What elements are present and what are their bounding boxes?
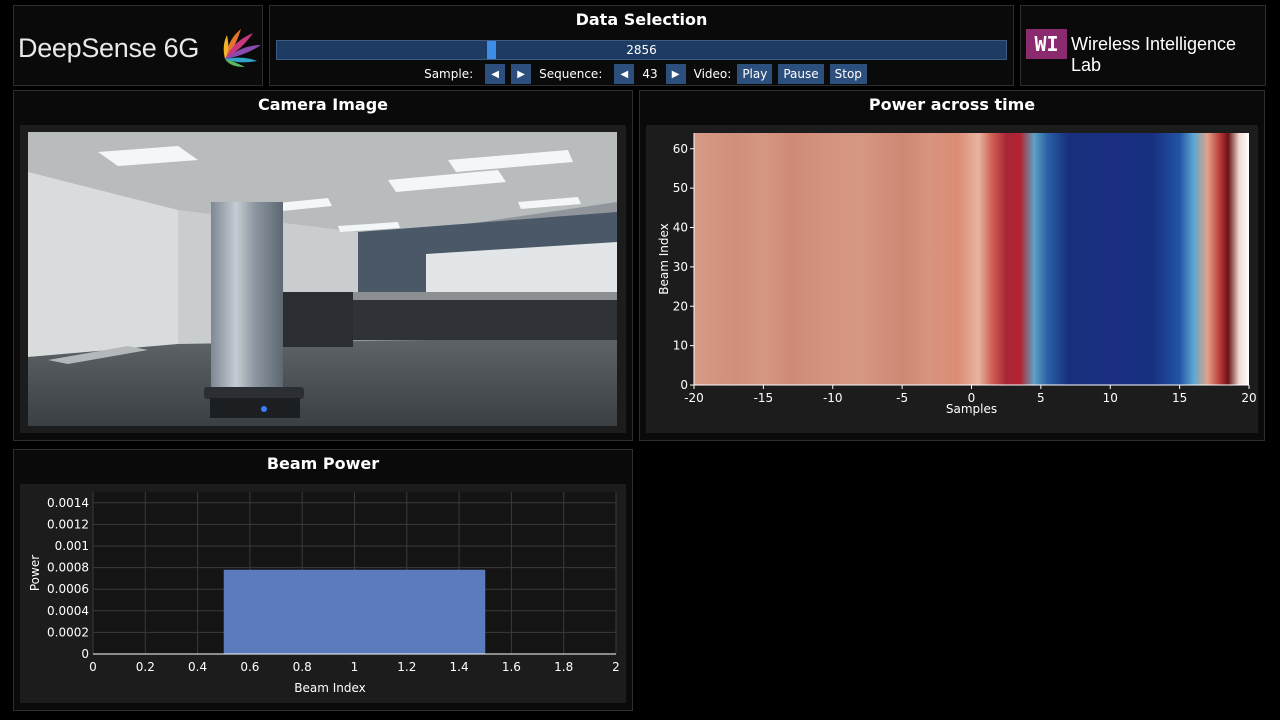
logo-panel: DeepSense 6G	[13, 5, 263, 86]
y-tick-label: 0.0006	[47, 582, 89, 596]
x-tick-label: 5	[1037, 391, 1045, 405]
sample-label: Sample:	[424, 67, 474, 81]
y-tick-label: 0.001	[55, 539, 89, 553]
lab-logo-panel: WI Wireless Intelligence Lab	[1020, 5, 1266, 86]
slider-value: 2856	[626, 43, 657, 57]
y-tick-label: 0	[680, 378, 688, 392]
y-axis-label: Beam Index	[657, 223, 671, 295]
x-tick-label: 0	[89, 660, 97, 674]
wi-logo-icon: WI	[1026, 29, 1067, 59]
beam-power-bar-chart: 0 0.2 0.4 0.6 0.8 1 1.2 1.4 1.6 1.8 2 0 0.0002 0.0004…	[28, 492, 620, 695]
bar	[223, 569, 486, 654]
beam-power-title: Beam Power	[266, 454, 380, 473]
x-tick-label: -15	[754, 391, 774, 405]
camera-panel: Camera Image	[13, 90, 633, 441]
triangle-right-icon: ▶	[517, 68, 525, 80]
y-tick-label: 50	[673, 181, 688, 195]
triangle-right-icon: ▶	[671, 68, 680, 80]
lab-name: Wireless Intelligence Lab	[1071, 34, 1237, 75]
sample-prev-button[interactable]: ◀	[485, 64, 506, 84]
x-tick-label: 0.2	[136, 660, 155, 674]
x-tick-label: 0.6	[240, 660, 259, 674]
x-tick-label: 2	[612, 660, 620, 674]
triangle-left-icon: ◀	[620, 68, 629, 80]
x-tick-label: 10	[1103, 391, 1118, 405]
sequence-next-button[interactable]: ▶	[665, 64, 686, 84]
x-axis-label: Samples	[946, 402, 997, 416]
y-tick-label: 0.0008	[47, 561, 89, 575]
room-scene-image	[28, 132, 617, 426]
triangle-left-icon: ◀	[491, 68, 499, 80]
x-axis-label: Beam Index	[294, 681, 366, 695]
camera-image	[28, 132, 617, 426]
y-tick-label: 0.0002	[47, 625, 89, 639]
sequence-value: 43	[642, 67, 658, 81]
beam-power-panel: Beam Power 0 0.2 0.4 0.6 0.8 1 1.2 1.4 1.6 1.8 2 0 0…	[13, 449, 633, 711]
y-tick-label: 0.0014	[47, 496, 89, 510]
stop-button[interactable]: Stop	[829, 64, 867, 84]
data-selection-panel: Data Selection 2856 Sample: ◀ ▶ Sequence…	[269, 5, 1014, 86]
y-tick-label: 0.0012	[47, 517, 89, 531]
x-tick-label: 1	[351, 660, 359, 674]
x-tick-label: -20	[684, 391, 704, 405]
x-tick-label: 20	[1241, 391, 1256, 405]
video-label: Video:	[693, 67, 732, 81]
playback-controls: Sample: ◀ ▶ Sequence: ◀ 43 ▶ Video: Play…	[270, 64, 1013, 84]
y-tick-label: 10	[673, 339, 688, 353]
y-tick-label: 30	[673, 260, 688, 274]
x-tick-label: -5	[896, 391, 908, 405]
y-axis-label: Power	[28, 555, 42, 591]
sequence-label: Sequence:	[539, 67, 603, 81]
camera-frame	[20, 125, 626, 433]
deepsense-flower-icon	[223, 29, 261, 67]
x-tick-label: 15	[1172, 391, 1187, 405]
x-tick-label: 1.4	[450, 660, 469, 674]
y-tick-label: 0.0004	[47, 604, 89, 618]
pause-button[interactable]: Pause	[778, 64, 824, 84]
sample-next-button[interactable]: ▶	[511, 64, 532, 84]
camera-title: Camera Image	[257, 95, 389, 114]
y-tick-label: 20	[673, 299, 688, 313]
power-frame: -20 -15 -10 -5 0 5 10 15 20 0 10 20 30 40 50 60 Samples B…	[646, 125, 1258, 433]
x-tick-label: 0.4	[188, 660, 207, 674]
x-tick-label: 1.8	[554, 660, 573, 674]
x-tick-label: -10	[823, 391, 843, 405]
power-title: Power across time	[868, 95, 1036, 114]
heatmap-body	[694, 133, 1249, 385]
x-tick-label: 0.8	[293, 660, 312, 674]
y-tick-label: 0	[81, 647, 89, 661]
deepsense-logo-text: DeepSense 6G	[18, 33, 200, 63]
play-button[interactable]: Play	[737, 64, 773, 84]
data-selection-title: Data Selection	[575, 10, 708, 29]
beam-frame: 0 0.2 0.4 0.6 0.8 1 1.2 1.4 1.6 1.8 2 0 0.0002 0.0004…	[20, 484, 626, 703]
sample-slider[interactable]: 2856	[276, 40, 1007, 60]
power-heatmap-chart: -20 -15 -10 -5 0 5 10 15 200102030405060SamplesB…	[657, 133, 1257, 416]
y-tick-label: 60	[673, 142, 688, 156]
power-across-time-panel: Power across time -20 -15 -10 -5 0 5 10 15 20 0 10…	[639, 90, 1265, 441]
x-tick-label: 1.2	[397, 660, 416, 674]
x-tick-label: 1.6	[502, 660, 521, 674]
sequence-prev-button[interactable]: ◀	[614, 64, 635, 84]
y-tick-label: 40	[673, 221, 688, 235]
